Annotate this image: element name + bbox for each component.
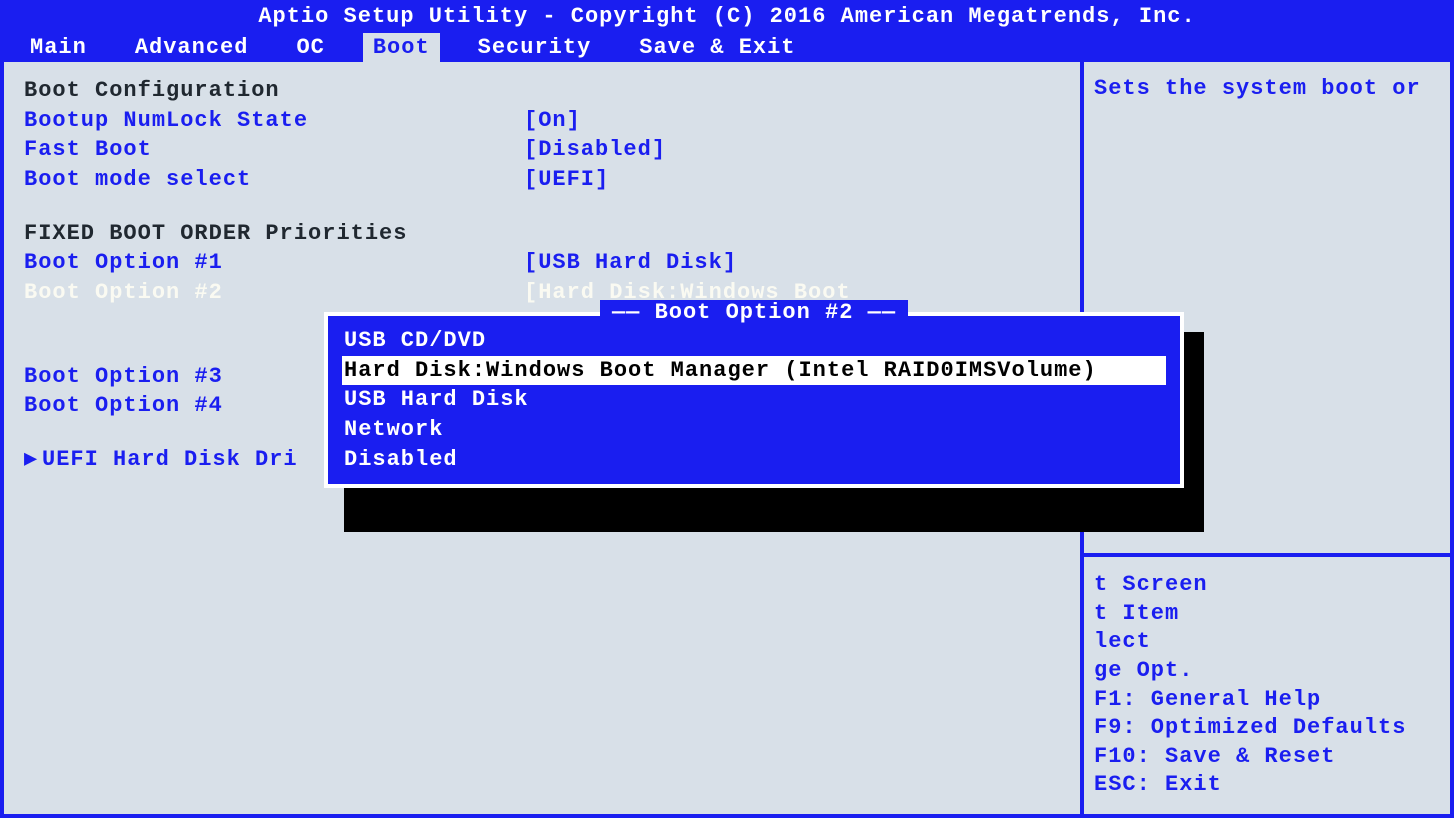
key-help-line: ESC: Exit — [1094, 771, 1440, 800]
tab-boot[interactable]: Boot — [363, 33, 440, 62]
triangle-right-icon: ▶ — [24, 445, 42, 475]
key-help-line: F1: General Help — [1094, 686, 1440, 715]
setting-value: [UEFI] — [524, 165, 1060, 195]
popup-item-usb-cddvd[interactable]: USB CD/DVD — [342, 326, 1166, 356]
key-help-line: ge Opt. — [1094, 657, 1440, 686]
key-help-line: F9: Optimized Defaults — [1094, 714, 1440, 743]
setting-value: [USB Hard Disk] — [524, 248, 1060, 278]
setting-numlock[interactable]: Bootup NumLock State [On] — [24, 106, 1060, 136]
section-boot-config: Boot Configuration — [24, 76, 280, 106]
tab-main[interactable]: Main — [20, 33, 97, 62]
setting-fast-boot[interactable]: Fast Boot [Disabled] — [24, 135, 1060, 165]
popup-item-network[interactable]: Network — [342, 415, 1166, 445]
tab-save-exit[interactable]: Save & Exit — [629, 33, 805, 62]
tab-bar: Main Advanced OC Boot Security Save & Ex… — [0, 33, 1454, 62]
key-help-line: lect — [1094, 628, 1440, 657]
tab-oc[interactable]: OC — [286, 33, 334, 62]
popup-item-disabled[interactable]: Disabled — [342, 445, 1166, 475]
key-help-line: F10: Save & Reset — [1094, 743, 1440, 772]
setting-value: [On] — [524, 106, 1060, 136]
setting-boot-mode[interactable]: Boot mode select [UEFI] — [24, 165, 1060, 195]
key-help: t Screen t Item lect ge Opt. F1: General… — [1084, 553, 1450, 814]
setting-label: Bootup NumLock State — [24, 106, 524, 136]
boot-option-1[interactable]: Boot Option #1 [USB Hard Disk] — [24, 248, 1060, 278]
key-help-line: t Screen — [1094, 571, 1440, 600]
popup-title: —— Boot Option #2 —— — [600, 300, 908, 325]
header-title: Aptio Setup Utility - Copyright (C) 2016… — [0, 0, 1454, 33]
popup-item-usb-hard-disk[interactable]: USB Hard Disk — [342, 385, 1166, 415]
content-wrap: Boot Configuration Bootup NumLock State … — [0, 62, 1454, 818]
tab-security[interactable]: Security — [468, 33, 602, 62]
key-help-line: t Item — [1094, 600, 1440, 629]
setting-label: Boot Option #1 — [24, 248, 524, 278]
boot-option-popup: —— Boot Option #2 —— USB CD/DVD Hard Dis… — [324, 312, 1184, 488]
submenu-label: UEFI Hard Disk Dri — [42, 445, 298, 475]
setting-label: Fast Boot — [24, 135, 524, 165]
tab-advanced[interactable]: Advanced — [125, 33, 259, 62]
setting-label: Boot mode select — [24, 165, 524, 195]
bios-screen: Aptio Setup Utility - Copyright (C) 2016… — [0, 0, 1454, 818]
section-fixed-boot-order: FIXED BOOT ORDER Priorities — [24, 219, 407, 249]
main-pane: Boot Configuration Bootup NumLock State … — [4, 62, 1080, 814]
popup-item-hard-disk[interactable]: Hard Disk:Windows Boot Manager (Intel RA… — [342, 356, 1166, 386]
setting-value: [Disabled] — [524, 135, 1060, 165]
